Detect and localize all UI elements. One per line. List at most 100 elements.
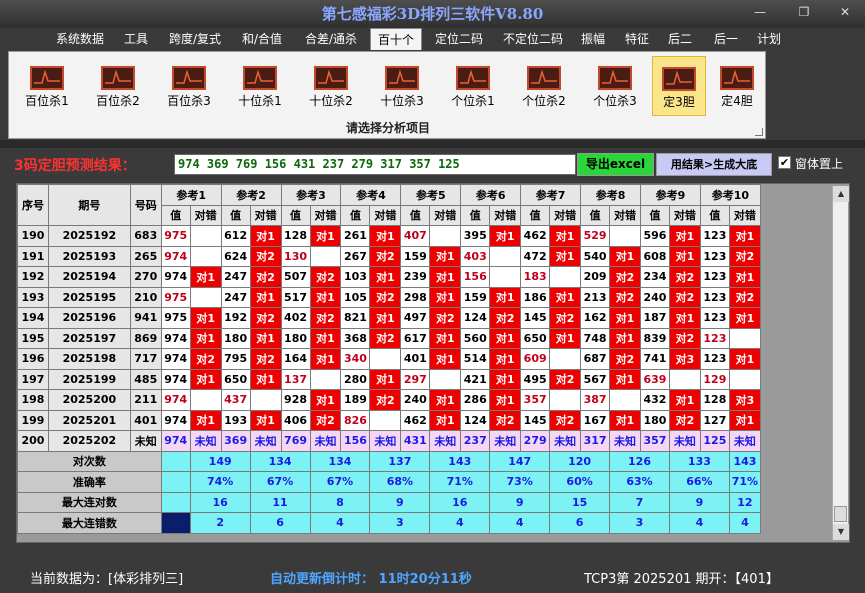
- value-cell: 406: [280, 409, 311, 431]
- menu-tab-9[interactable]: 特征: [618, 28, 656, 50]
- mark-cell: [668, 368, 701, 390]
- ribbon-button-0[interactable]: 百位杀1: [13, 56, 81, 116]
- menu-tab-4[interactable]: 合差/通杀: [298, 28, 364, 50]
- value-cell: 839: [639, 327, 670, 349]
- mark-cell: [249, 389, 282, 411]
- ribbon-button-5[interactable]: 十位杀3: [368, 56, 436, 116]
- menu-tab-10[interactable]: 后二: [664, 28, 696, 50]
- prediction-mark-cell: 未知: [489, 430, 522, 452]
- stats-value-cell: 63%: [609, 471, 670, 493]
- mark-cell: 对1: [309, 327, 342, 349]
- value-cell: 624: [220, 245, 251, 267]
- value-cell: 145: [520, 409, 551, 431]
- mark-cell: 对1: [249, 327, 282, 349]
- ribbon-expand-icon[interactable]: [755, 128, 763, 136]
- stats-value-cell: 15: [549, 491, 611, 513]
- ribbon-button-10[interactable]: 定4胆: [709, 56, 765, 116]
- mark-cell: 对1: [609, 245, 641, 267]
- ribbon-button-9[interactable]: 定3胆: [652, 56, 706, 116]
- stats-value-cell: 9: [369, 491, 431, 513]
- menu-tab-5[interactable]: 百十个: [370, 28, 422, 50]
- table-row: 197 2025199 485 974 对1 650 对1 137 280 对1 297 421 对1 4…: [17, 368, 762, 390]
- ribbon-button-label: 百位杀2: [96, 94, 140, 108]
- value-subheader: 值: [460, 204, 491, 226]
- menu-tab-1[interactable]: 工具: [118, 28, 154, 50]
- scroll-thumb[interactable]: [834, 506, 847, 522]
- export-excel-button[interactable]: 导出excel: [577, 153, 654, 176]
- menu-tab-7[interactable]: 不定位二码: [496, 28, 570, 50]
- menu-tab-8[interactable]: 振幅: [576, 28, 610, 50]
- mark-cell: 对1: [728, 266, 762, 288]
- stats-value-cell: 8: [309, 491, 371, 513]
- number-cell: 683: [129, 225, 162, 247]
- ribbon-button-7[interactable]: 个位杀2: [510, 56, 578, 116]
- menu-tab-3[interactable]: 和/合值: [236, 28, 288, 50]
- mark-cell: 对2: [609, 348, 641, 370]
- stats-blank-cell: [160, 450, 191, 472]
- menu-tab-2[interactable]: 跨度/复式: [160, 28, 230, 50]
- generate-base-button[interactable]: 用结果>生成大底: [656, 153, 772, 176]
- value-cell: 129: [699, 368, 730, 390]
- mark-subheader: 对错: [429, 204, 462, 226]
- mark-cell: 对3: [668, 348, 701, 370]
- mark-cell: 对2: [609, 266, 641, 288]
- ribbon-button-6[interactable]: 个位杀1: [439, 56, 507, 116]
- value-cell: 209: [580, 266, 611, 288]
- menu-bar: 系统数据 工具 跨度/复式 和/合值 合差/通杀 百十个 定位二码 不定位二码 振幅 特征 后二 后一…: [0, 28, 865, 50]
- prediction-row: 200 2025202 未知 974 未知 369 未知 769 未知 156 未知 431 未知 237…: [17, 430, 762, 452]
- mark-cell: 对1: [728, 409, 762, 431]
- mark-cell: 对2: [249, 348, 282, 370]
- value-cell: 192: [220, 307, 251, 329]
- value-cell: 974: [160, 266, 191, 288]
- mark-cell: 对2: [728, 245, 762, 267]
- ref-group-header: 参考7: [520, 184, 582, 206]
- mark-cell: 对2: [369, 327, 402, 349]
- stay-on-top-checkbox[interactable]: ✔: [778, 156, 791, 169]
- scroll-down-icon[interactable]: ▼: [833, 524, 849, 540]
- menu-tab-12[interactable]: 计划: [752, 28, 786, 50]
- value-cell: 130: [280, 245, 311, 267]
- value-cell: 368: [340, 327, 371, 349]
- ribbon-button-1[interactable]: 百位杀2: [84, 56, 152, 116]
- prediction-value-cell: 237: [460, 430, 491, 452]
- table-row: 195 2025197 869 974 对1 180 对1 180 对1 368 对2 617 对1 56…: [17, 327, 762, 349]
- value-cell: 124: [460, 409, 491, 431]
- stats-value-cell: 11: [249, 491, 311, 513]
- mark-cell: 对1: [549, 225, 582, 247]
- mark-cell: 对2: [249, 307, 282, 329]
- prediction-value-cell: 279: [520, 430, 551, 452]
- ribbon-button-label: 定3胆: [663, 95, 695, 109]
- mark-cell: 对1: [369, 225, 402, 247]
- ribbon-button-8[interactable]: 个位杀3: [581, 56, 649, 116]
- mark-cell: 对2: [728, 286, 762, 308]
- ribbon-button-label: 个位杀1: [451, 94, 495, 108]
- value-cell: 340: [340, 348, 371, 370]
- stats-value-cell: 4: [489, 512, 551, 534]
- ribbon-button-3[interactable]: 十位杀1: [226, 56, 294, 116]
- stats-value-cell: 133: [668, 450, 730, 472]
- value-cell: 472: [520, 245, 551, 267]
- value-cell: 974: [160, 327, 191, 349]
- menu-tab-0[interactable]: 系统数据: [48, 28, 112, 50]
- menu-tab-11[interactable]: 后一: [710, 28, 742, 50]
- menu-tab-6[interactable]: 定位二码: [428, 28, 490, 50]
- ribbon-button-4[interactable]: 十位杀2: [297, 56, 365, 116]
- minimize-button[interactable]: —: [740, 3, 780, 21]
- countdown-text: 自动更新倒计时： 11时20分11秒: [270, 572, 472, 587]
- scroll-up-icon[interactable]: ▲: [833, 186, 849, 202]
- result-field[interactable]: 974 369 769 156 431 237 279 317 357 125: [174, 154, 576, 175]
- value-cell: 639: [639, 368, 670, 390]
- mark-cell: 对2: [309, 307, 342, 329]
- chart-icon: [30, 66, 64, 90]
- mark-cell: 对2: [309, 409, 342, 431]
- ribbon-button-2[interactable]: 百位杀3: [155, 56, 223, 116]
- vertical-scrollbar[interactable]: ▲ ▼: [832, 186, 849, 540]
- value-cell: 497: [400, 307, 431, 329]
- stats-value-cell: 67%: [249, 471, 311, 493]
- mark-cell: 对1: [549, 245, 582, 267]
- close-button[interactable]: ✕: [825, 3, 865, 21]
- maximize-button[interactable]: ❐: [784, 3, 824, 21]
- mark-cell: 对1: [668, 245, 701, 267]
- stats-label: 最大连对数: [17, 491, 162, 513]
- value-cell: 974: [160, 409, 191, 431]
